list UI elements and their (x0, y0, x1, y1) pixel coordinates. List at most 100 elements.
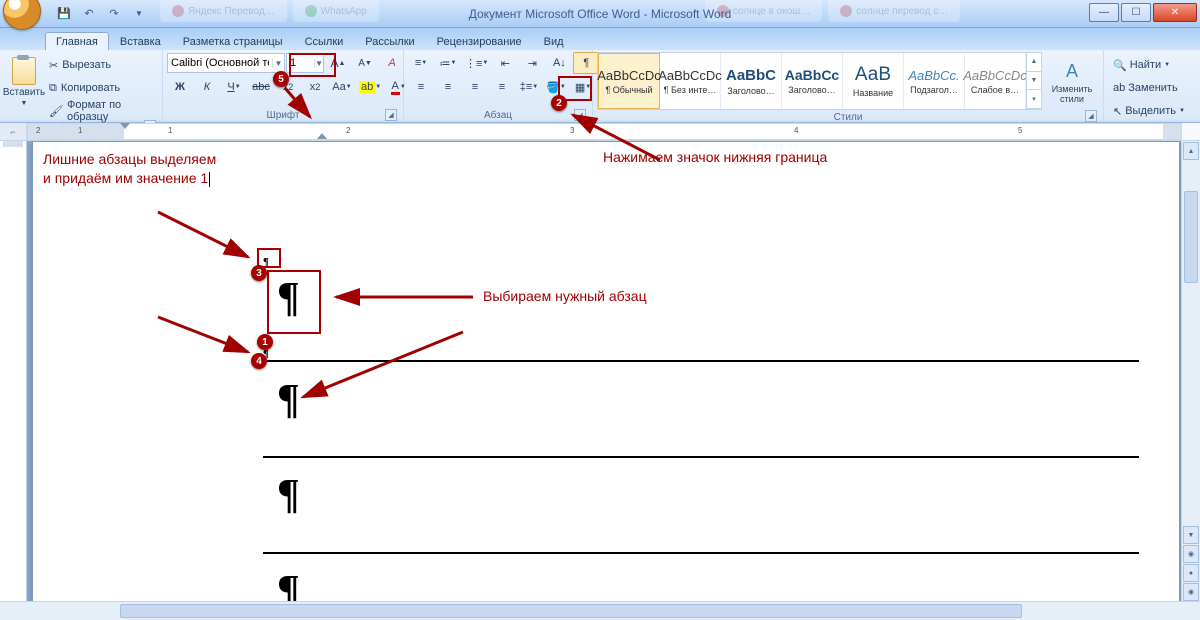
arrow-icon (153, 312, 263, 362)
bold-button[interactable]: Ж (167, 76, 193, 98)
highlight-button[interactable]: ab▼ (356, 76, 384, 98)
change-styles-button[interactable]: A Изменить стили (1045, 52, 1099, 112)
tab-insert[interactable]: Вставка (109, 32, 172, 50)
tab-page-layout[interactable]: Разметка страницы (172, 32, 294, 50)
prev-page-button[interactable]: ◉ (1183, 545, 1199, 563)
maximize-button[interactable]: ☐ (1121, 3, 1151, 22)
font-size-input[interactable] (287, 57, 314, 69)
gallery-up[interactable]: ▲ (1027, 53, 1041, 72)
gallery-scroll: ▲▼▾ (1026, 53, 1041, 109)
title-bar: 💾 ↶ ↷ ▼ Яндекс Перевод… WhatsApp солнце … (0, 0, 1200, 28)
arrow-icon (153, 207, 263, 267)
font-name-input[interactable] (168, 57, 272, 69)
style-gallery[interactable]: AaBbCcDc¶ Обычный AaBbCcDc¶ Без инте… Aa… (597, 52, 1042, 110)
find-button[interactable]: 🔍Найти▼ (1110, 54, 1200, 76)
format-painter-button[interactable]: 🖌Формат по образцу (46, 100, 164, 122)
vertical-ruler[interactable] (0, 141, 27, 602)
align-center-button[interactable]: ≡ (435, 76, 461, 98)
search-icon: 🔍 (1113, 59, 1127, 72)
document-area: Лишние абзацы выделяем и придаём им знач… (0, 141, 1200, 602)
align-right-button[interactable]: ≡ (462, 76, 488, 98)
ruler-corner[interactable]: ⌐ (0, 123, 27, 140)
document-page[interactable]: Лишние абзацы выделяем и придаём им знач… (32, 141, 1180, 602)
vertical-scrollbar[interactable]: ▲ ▼ ◉ ● ◉ (1181, 141, 1200, 602)
change-case-button[interactable]: Aa▼ (329, 76, 355, 98)
pilcrow-icon: ¶ (277, 275, 300, 321)
style-heading2[interactable]: AaBbCcЗаголово… (782, 53, 843, 109)
paste-button[interactable]: Вставить ▼ (4, 52, 44, 112)
select-button[interactable]: ↖Выделить▼ (1110, 100, 1200, 122)
chevron-down-icon[interactable]: ▼ (314, 59, 323, 68)
bullets-button[interactable]: ≡▼ (408, 52, 434, 74)
style-subtitle[interactable]: AaBbCc.Подзагол… (904, 53, 965, 109)
browse-object-button[interactable]: ● (1183, 564, 1199, 582)
multilevel-button[interactable]: ⋮≡▼ (462, 52, 491, 74)
grow-font-button[interactable]: A▲ (325, 52, 351, 74)
ribbon-tabstrip: Главная Вставка Разметка страницы Ссылки… (0, 28, 1200, 50)
underline-button[interactable]: Ч▼ (221, 76, 247, 98)
tab-review[interactable]: Рецензирование (426, 32, 533, 50)
style-title[interactable]: АаВНазвание (843, 53, 904, 109)
arrow-icon (282, 85, 322, 125)
qat-save-icon[interactable]: 💾 (53, 3, 75, 25)
tab-view[interactable]: Вид (533, 32, 575, 50)
window-controls: — ☐ ✕ (1087, 3, 1197, 22)
qat-dropdown-icon[interactable]: ▼ (128, 3, 150, 25)
font-launcher[interactable]: ◢ (385, 109, 397, 121)
styles-launcher[interactable]: ◢ (1085, 110, 1097, 122)
qat-redo-icon[interactable]: ↷ (103, 3, 125, 25)
pilcrow-icon: ¶ (277, 568, 300, 602)
marker-5: 5 (273, 71, 289, 87)
replace-button[interactable]: abЗаменить (1110, 77, 1200, 99)
arrow-icon (293, 327, 473, 407)
increase-indent-button[interactable]: ⇥ (519, 52, 545, 74)
first-line-indent[interactable] (120, 123, 130, 129)
marker-3: 3 (251, 265, 267, 281)
scroll-down-button[interactable]: ▼ (1183, 526, 1199, 544)
align-left-button[interactable]: ≡ (408, 76, 434, 98)
replace-label: Заменить (1128, 82, 1177, 94)
scroll-thumb[interactable] (1184, 191, 1198, 283)
font-size-select[interactable]: ▼ (286, 53, 324, 73)
tab-mailings[interactable]: Рассылки (354, 32, 425, 50)
chevron-down-icon[interactable]: ▼ (272, 59, 284, 68)
annotation-text-1: Лишние абзацы выделяем и придаём им знач… (43, 150, 216, 188)
close-button[interactable]: ✕ (1153, 3, 1197, 22)
gallery-more[interactable]: ▾ (1027, 90, 1041, 109)
clear-format-button[interactable]: A (379, 52, 405, 74)
horizontal-scrollbar[interactable] (0, 601, 1200, 620)
cursor-icon: ↖ (1113, 105, 1122, 118)
hscroll-thumb[interactable] (120, 604, 1022, 618)
sort-button[interactable]: A↓ (546, 52, 572, 74)
quick-access-toolbar: 💾 ↶ ↷ ▼ (53, 3, 150, 25)
strike-button[interactable]: abc (248, 76, 274, 98)
hanging-indent[interactable] (317, 133, 327, 139)
tab-references[interactable]: Ссылки (294, 32, 355, 50)
office-button[interactable] (3, 0, 41, 30)
decrease-indent-button[interactable]: ⇤ (492, 52, 518, 74)
tab-home[interactable]: Главная (45, 32, 109, 50)
style-subtle-emphasis[interactable]: AaBbCcDcСлабое в… (965, 53, 1026, 109)
annotation-text-3: Выбираем нужный абзац (483, 287, 647, 306)
minimize-button[interactable]: — (1089, 3, 1119, 22)
next-page-button[interactable]: ◉ (1183, 583, 1199, 601)
marker-1: 1 (257, 334, 273, 350)
font-name-select[interactable]: ▼ (167, 53, 285, 73)
italic-button[interactable]: К (194, 76, 220, 98)
copy-button[interactable]: ⧉Копировать (46, 77, 164, 99)
styles-group-label: Стили (834, 112, 863, 123)
marker-4: 4 (251, 353, 267, 369)
qat-undo-icon[interactable]: ↶ (78, 3, 100, 25)
style-normal[interactable]: AaBbCcDc¶ Обычный (598, 53, 660, 109)
scroll-up-button[interactable]: ▲ (1183, 142, 1199, 160)
justify-button[interactable]: ≡ (489, 76, 515, 98)
shrink-font-button[interactable]: A▼ (352, 52, 378, 74)
gallery-down[interactable]: ▼ (1027, 72, 1041, 91)
paragraph-border (263, 456, 1139, 458)
numbering-button[interactable]: ≔▼ (435, 52, 461, 74)
style-heading1[interactable]: AaBbCЗаголово… (721, 53, 782, 109)
style-no-spacing[interactable]: AaBbCcDc¶ Без инте… (660, 53, 721, 109)
line-spacing-button[interactable]: ‡≡▼ (516, 76, 542, 98)
cut-button[interactable]: ✂Вырезать (46, 54, 164, 76)
paragraph-border (263, 552, 1139, 554)
